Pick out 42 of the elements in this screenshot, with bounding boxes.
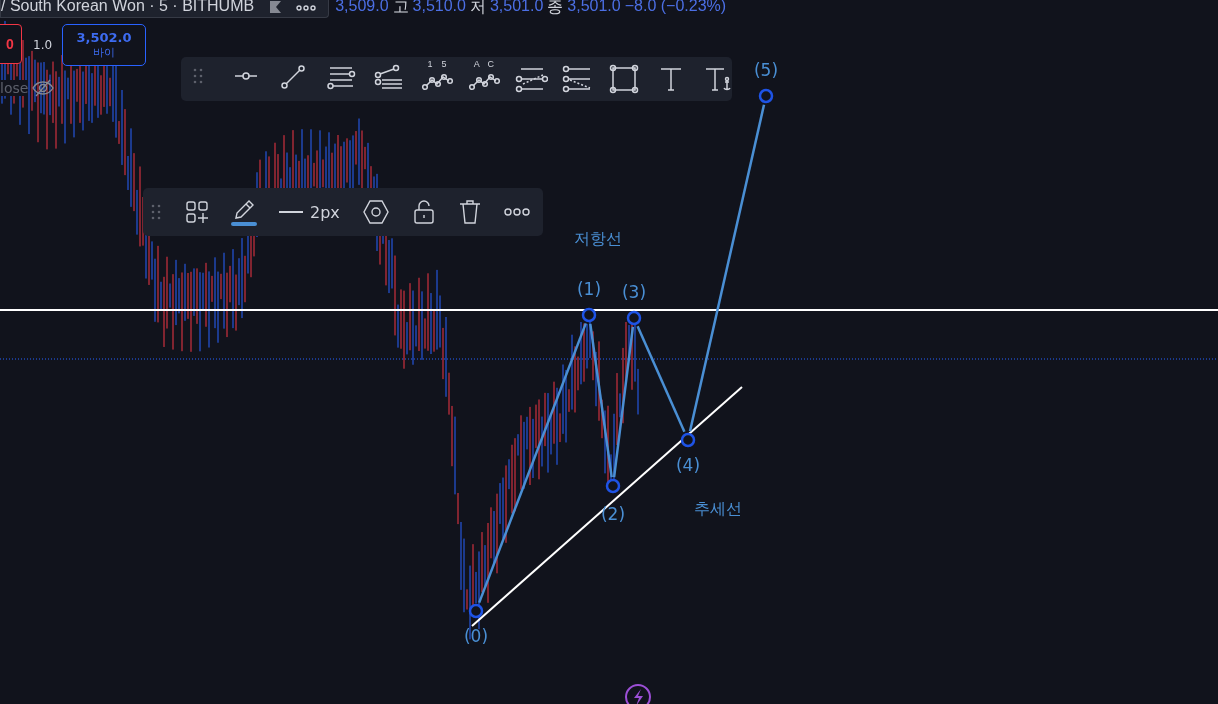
wave-point[interactable] [626,310,642,326]
line-color-button[interactable] [231,198,257,226]
buy-button[interactable]: 3,502.0 바이 [62,24,146,66]
ohlc-value: 3,510.0 [412,0,466,16]
templates-icon[interactable] [185,200,209,224]
wave-label: (2) [600,504,626,524]
wave-label: (1) [576,279,602,299]
wave-point[interactable] [680,432,696,448]
wave-label: (4) [675,455,701,475]
ohlc-value: 3,501.0 [567,0,621,16]
legend-text: lose [0,80,29,96]
more-icon[interactable] [296,5,317,11]
flag-icon[interactable] [268,1,283,15]
quantity-text: 1.0 [33,38,53,52]
wave-label: (0) [463,626,489,646]
ohlc-label: 고 [392,0,409,17]
wave-line[interactable] [589,323,613,478]
line-width-icon [279,210,303,214]
trend-label: 추세선 [694,499,742,520]
wave-point[interactable] [581,307,597,323]
sell-button[interactable]: 0 [0,24,22,64]
line-width-button[interactable]: 2px [279,202,340,222]
wave-label: (3) [621,282,647,302]
ohlc-value: 3,501.0 [489,0,544,16]
wave-line[interactable] [688,104,766,432]
drag-handle-icon[interactable] [149,202,163,222]
lightning-icon[interactable] [625,684,651,704]
resistance-label: 저항선 [574,229,622,250]
wave-line[interactable] [612,326,635,478]
hidden-eye-icon[interactable] [32,79,55,97]
ohlc-value: 3,509.0 [335,0,389,16]
wave-line[interactable] [478,322,587,604]
unlock-icon[interactable] [411,199,436,225]
hexagon-settings-icon[interactable] [361,199,390,225]
wave-point[interactable] [468,603,484,619]
trend-line[interactable] [471,386,743,627]
trash-icon[interactable] [457,199,482,225]
wave-label: (5) [753,60,779,80]
ohlc-label: 종 [547,0,564,17]
more-icon[interactable] [503,208,530,216]
wave-line[interactable] [636,325,686,433]
ohlc-label: 저 [469,0,486,17]
